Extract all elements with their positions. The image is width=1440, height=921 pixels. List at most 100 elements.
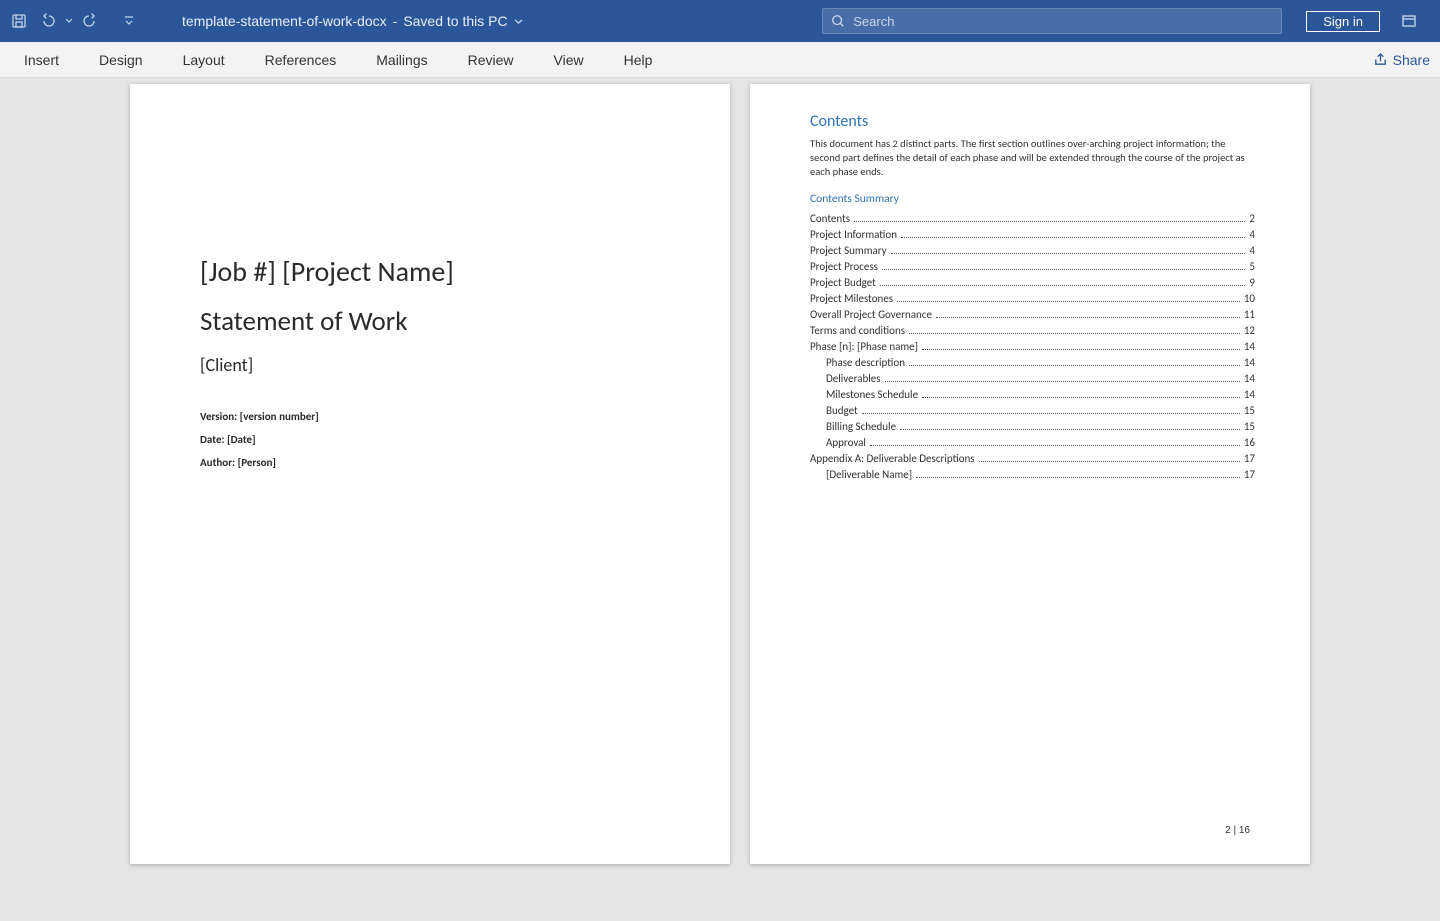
toc-page-number: 4 [1249,228,1255,241]
redo-icon[interactable] [78,8,104,34]
page-2[interactable]: Contents This document has 2 distinct pa… [750,84,1310,864]
doc-h3[interactable]: [Client] [200,354,660,376]
toc-leader-dots [891,253,1246,254]
tab-review[interactable]: Review [448,42,534,77]
toc-leader-dots [936,317,1240,318]
toc-row[interactable]: Budget 15 [810,404,1255,417]
search-box[interactable] [822,8,1282,34]
filename: template-statement-of-work-docx [182,13,387,29]
toc-leader-dots [901,237,1245,238]
doc-h1[interactable]: [Job #] [Project Name] [200,254,660,289]
toc-page-number: 14 [1244,388,1255,401]
toc[interactable]: Contents2Project Information4Project Sum… [810,212,1255,481]
toc-label: Phase [n]: [Phase name] [810,340,918,353]
toc-row[interactable]: Contents2 [810,212,1255,225]
toc-row[interactable]: Project Budget 9 [810,276,1255,289]
toc-page-number: 16 [1244,436,1255,449]
document-canvas[interactable]: [Job #] [Project Name] Statement of Work… [0,78,1440,921]
toc-label: [Deliverable Name] [826,468,912,481]
page-footer: 2 | 16 [1225,825,1250,836]
sign-in-button[interactable]: Sign in [1306,11,1380,32]
search-icon [831,14,845,28]
save-status[interactable]: Saved to this PC [403,13,507,29]
undo-icon[interactable] [34,8,60,34]
tab-mailings[interactable]: Mailings [356,42,447,77]
toc-row[interactable]: Billing Schedule 15 [810,420,1255,433]
contents-heading[interactable]: Contents [810,112,1255,131]
toc-leader-dots [882,269,1245,270]
toc-page-number: 17 [1244,452,1255,465]
toc-label: Project Summary [810,244,887,257]
toc-row[interactable]: Approval16 [810,436,1255,449]
share-icon [1373,52,1388,67]
toc-leader-dots [897,301,1240,302]
toc-row[interactable]: Terms and conditions12 [810,324,1255,337]
toc-label: Budget [826,404,858,417]
toc-leader-dots [862,413,1240,414]
status-dropdown-icon[interactable] [514,17,523,26]
toc-leader-dots [916,477,1240,478]
toc-row[interactable]: Project Summary 4 [810,244,1255,257]
toc-page-number: 4 [1249,244,1255,257]
doc-meta-date[interactable]: Date: [Date] [200,433,660,446]
toc-leader-dots [922,397,1240,398]
toc-label: Billing Schedule [826,420,896,433]
toc-label: Deliverables [826,372,881,385]
toc-leader-dots [922,349,1240,350]
toc-row[interactable]: Phase [n]: [Phase name]14 [810,340,1255,353]
contents-intro[interactable]: This document has 2 distinct parts. The … [810,137,1255,180]
toc-label: Milestones Schedule [826,388,918,401]
tab-help[interactable]: Help [604,42,673,77]
toc-label: Overall Project Governance [810,308,932,321]
title-bar: template-statement-of-work-docx - Saved … [0,0,1440,42]
toc-label: Phase description [826,356,905,369]
toc-leader-dots [979,461,1240,462]
toc-row[interactable]: [Deliverable Name] 17 [810,468,1255,481]
doc-meta-version[interactable]: Version: [version number] [200,410,660,423]
tab-references[interactable]: References [245,42,357,77]
document-title: template-statement-of-work-docx - Saved … [182,13,523,29]
toc-row[interactable]: Appendix A: Deliverable Descriptions17 [810,452,1255,465]
toc-leader-dots [909,333,1240,334]
toc-page-number: 5 [1249,260,1255,273]
toc-page-number: 17 [1244,468,1255,481]
toc-page-number: 14 [1244,356,1255,369]
search-input[interactable] [853,14,1273,29]
toc-leader-dots [900,429,1240,430]
toc-label: Project Budget [810,276,876,289]
ribbon-display-options-icon[interactable] [1396,8,1422,34]
toc-label: Project Information [810,228,897,241]
share-button[interactable]: Share [1363,52,1440,68]
save-icon[interactable] [6,8,32,34]
toc-page-number: 15 [1244,420,1255,433]
toc-leader-dots [909,365,1240,366]
toc-row[interactable]: Phase description 14 [810,356,1255,369]
toc-row[interactable]: Overall Project Governance 11 [810,308,1255,321]
qat-customize-icon[interactable] [116,8,142,34]
undo-dropdown-icon[interactable] [62,8,76,34]
doc-h2[interactable]: Statement of Work [200,305,660,338]
tab-design[interactable]: Design [79,42,163,77]
toc-page-number: 9 [1249,276,1255,289]
toc-label: Project Process [810,260,878,273]
doc-meta-author[interactable]: Author: [Person] [200,456,660,469]
toc-row[interactable]: Milestones Schedule 14 [810,388,1255,401]
toc-row[interactable]: Deliverables14 [810,372,1255,385]
tab-layout[interactable]: Layout [163,42,245,77]
toc-leader-dots [854,221,1245,222]
toc-row[interactable]: Project Milestones10 [810,292,1255,305]
quick-access-toolbar [0,8,142,34]
page-1[interactable]: [Job #] [Project Name] Statement of Work… [130,84,730,864]
toc-row[interactable]: Project Process 5 [810,260,1255,273]
toc-row[interactable]: Project Information 4 [810,228,1255,241]
toc-page-number: 11 [1244,308,1255,321]
toc-page-number: 15 [1244,404,1255,417]
toc-page-number: 10 [1244,292,1255,305]
tab-insert[interactable]: Insert [4,42,79,77]
toc-label: Terms and conditions [810,324,905,337]
contents-summary-heading[interactable]: Contents Summary [810,192,1255,206]
tab-view[interactable]: View [534,42,604,77]
toc-leader-dots [880,285,1246,286]
toc-leader-dots [885,381,1240,382]
titlebar-right: Sign in [1282,8,1440,34]
